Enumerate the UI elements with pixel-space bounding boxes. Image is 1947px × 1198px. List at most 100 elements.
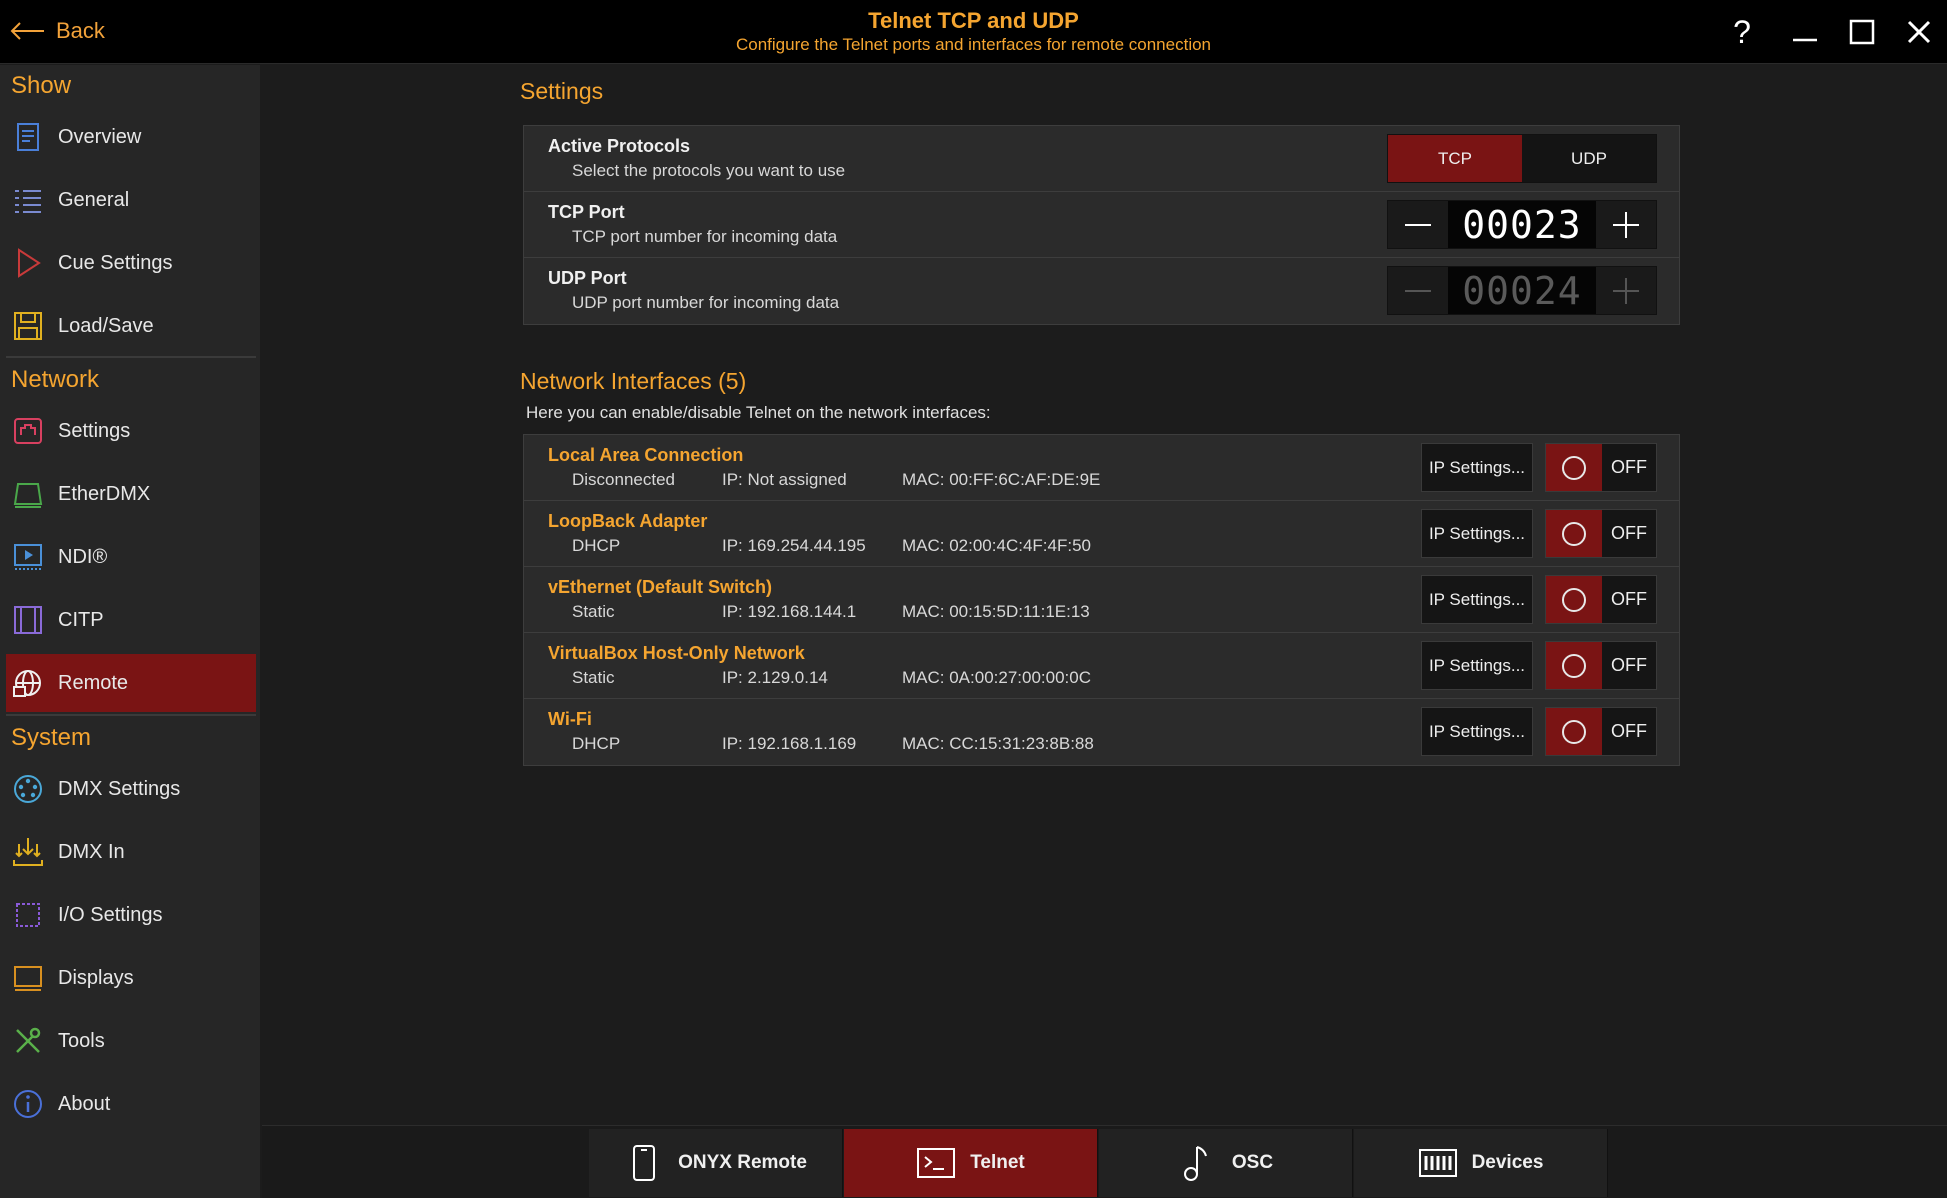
sidebar-item-label: Displays <box>58 966 134 989</box>
sidebar-item-overview[interactable]: Overview <box>6 108 256 166</box>
interface-mac: MAC: 02:00:4C:4F:4F:50 <box>902 536 1091 555</box>
sidebar-item-citp[interactable]: CITP <box>6 591 256 649</box>
ip-settings-button[interactable]: IP Settings... <box>1421 707 1533 756</box>
interface-row: Wi-Fi DHCP IP: 192.168.1.169 MAC: CC:15:31:… <box>524 699 1679 765</box>
globe-icon <box>13 670 41 697</box>
sidebar-item-ndi[interactable]: NDI® <box>6 528 256 586</box>
sidebar-item-label: Cue Settings <box>58 251 173 274</box>
sidebar-item-load-save[interactable]: Load/Save <box>6 297 256 355</box>
sidebar-item-io-settings[interactable]: I/O Settings <box>6 886 256 944</box>
telnet-interface-toggle[interactable]: OFF <box>1545 707 1657 756</box>
ip-settings-button[interactable]: IP Settings... <box>1421 443 1533 492</box>
help-icon: ? <box>1733 13 1751 50</box>
ip-settings-button[interactable]: IP Settings... <box>1421 641 1533 690</box>
circle-icon <box>1562 521 1586 546</box>
page-subtitle: Configure the Telnet ports and interface… <box>735 35 1212 54</box>
floppy-disk-icon <box>14 312 42 340</box>
sidebar-item-label: EtherDMX <box>58 482 151 505</box>
maximize-button[interactable] <box>1842 12 1882 52</box>
ip-settings-button[interactable]: IP Settings... <box>1421 509 1533 558</box>
interfaces-panel: Local Area Connection Disconnected IP: Not… <box>523 434 1680 766</box>
interface-mode: DHCP <box>572 536 621 555</box>
interface-mac: MAC: 0A:00:27:00:00:0C <box>902 668 1092 687</box>
sidebar-item-etherdmx[interactable]: EtherDMX <box>6 465 256 523</box>
interface-mode: Static <box>572 668 615 687</box>
udp-port-decrement-button[interactable] <box>1388 267 1448 314</box>
tab-osc[interactable]: OSC <box>1099 1129 1353 1197</box>
tcp-port-value[interactable]: 00023 <box>1448 201 1596 248</box>
tcp-port-row: TCP Port TCP port number for incoming da… <box>524 192 1679 258</box>
circle-icon <box>1562 719 1586 744</box>
tab-label: ONYX Remote <box>678 1152 807 1173</box>
tcp-port-increment-button[interactable] <box>1596 201 1656 248</box>
sidebar-item-dmx-in[interactable]: DMX In <box>6 823 256 881</box>
toggle-label: OFF <box>1602 510 1656 557</box>
protocol-udp-button[interactable]: UDP <box>1522 135 1656 182</box>
info-icon <box>14 1090 42 1118</box>
tab-telnet[interactable]: Telnet <box>844 1129 1098 1197</box>
interface-mode: Disconnected <box>572 470 676 489</box>
tcp-port-decrement-button[interactable] <box>1388 201 1448 248</box>
sidebar-item-label: DMX Settings <box>58 777 181 800</box>
interface-name: Local Area Connection <box>548 445 744 465</box>
toggle-knob <box>1546 642 1602 689</box>
list-icon <box>15 190 41 213</box>
film-icon <box>14 606 42 634</box>
tab-onyx-remote[interactable]: ONYX Remote <box>589 1129 843 1197</box>
circle-icon <box>1562 653 1586 678</box>
interface-ip: IP: 2.129.0.14 <box>722 668 828 687</box>
sidebar-item-label: CITP <box>58 608 104 631</box>
tab-devices[interactable]: Devices <box>1354 1129 1608 1197</box>
sidebar-item-about[interactable]: About <box>6 1075 256 1133</box>
telnet-interface-toggle[interactable]: OFF <box>1545 443 1657 492</box>
interface-row: Local Area Connection Disconnected IP: Not… <box>524 435 1679 501</box>
keyboard-icon <box>1418 1149 1457 1177</box>
close-button[interactable] <box>1899 12 1939 52</box>
terminal-icon <box>917 1148 956 1178</box>
interface-mac: MAC: 00:FF:6C:AF:DE:9E <box>902 470 1101 489</box>
help-button[interactable]: ? <box>1722 12 1762 52</box>
close-icon <box>1907 20 1931 44</box>
interface-ip: IP: Not assigned <box>722 470 847 489</box>
sidebar-item-displays[interactable]: Displays <box>6 949 256 1007</box>
interface-row: LoopBack Adapter DHCP IP: 169.254.44.195 MA… <box>524 501 1679 567</box>
sidebar-item-cue-settings[interactable]: Cue Settings <box>6 234 256 292</box>
protocol-tcp-button[interactable]: TCP <box>1388 135 1522 182</box>
sidebar-item-general[interactable]: General <box>6 171 256 229</box>
interface-name: vEthernet (Default Switch) <box>548 577 773 597</box>
plus-icon <box>1613 277 1639 304</box>
minus-icon <box>1405 223 1431 226</box>
settings-heading: Settings <box>520 78 604 104</box>
ip-settings-button[interactable]: IP Settings... <box>1421 575 1533 624</box>
telnet-interface-toggle[interactable]: OFF <box>1545 641 1657 690</box>
tab-label: Telnet <box>970 1152 1025 1173</box>
title-bar: Back Telnet TCP and UDP Configure the Te… <box>0 0 1947 64</box>
udp-port-subtitle: UDP port number for incoming data <box>572 293 840 312</box>
active-protocols-subtitle: Select the protocols you want to use <box>572 161 846 180</box>
bottom-tab-bar: ONYX Remote Telnet OSC Devices <box>262 1125 1947 1198</box>
udp-port-row: UDP Port UDP port number for incoming da… <box>524 258 1679 324</box>
sidebar-item-label: DMX In <box>58 840 125 863</box>
section-system: System <box>11 724 92 751</box>
udp-port-value[interactable]: 00024 <box>1448 267 1596 314</box>
interface-mac: MAC: 00:15:5D:11:1E:13 <box>902 602 1090 621</box>
udp-port-increment-button[interactable] <box>1596 267 1656 314</box>
toggle-knob <box>1546 576 1602 623</box>
sidebar-item-tools[interactable]: Tools <box>6 1012 256 1070</box>
minimize-button[interactable] <box>1785 12 1825 52</box>
sidebar-item-dmx-settings[interactable]: DMX Settings <box>6 760 256 818</box>
tab-label: OSC <box>1231 1152 1274 1173</box>
network-interfaces-note: Here you can enable/disable Telnet on th… <box>526 403 991 422</box>
section-network: Network <box>11 366 100 393</box>
tcp-port-stepper: 00023 <box>1387 200 1657 249</box>
sidebar-item-network-settings[interactable]: Settings <box>6 402 256 460</box>
interface-name: Wi-Fi <box>548 709 592 729</box>
telnet-interface-toggle[interactable]: OFF <box>1545 575 1657 624</box>
udp-port-title: UDP Port <box>548 268 627 288</box>
telnet-interface-toggle[interactable]: OFF <box>1545 509 1657 558</box>
sidebar-item-label: Load/Save <box>58 314 154 337</box>
sidebar-item-label: I/O Settings <box>58 903 163 926</box>
chip-icon <box>16 903 40 927</box>
toggle-label: OFF <box>1602 576 1656 623</box>
sidebar-item-remote[interactable]: Remote <box>6 654 256 712</box>
